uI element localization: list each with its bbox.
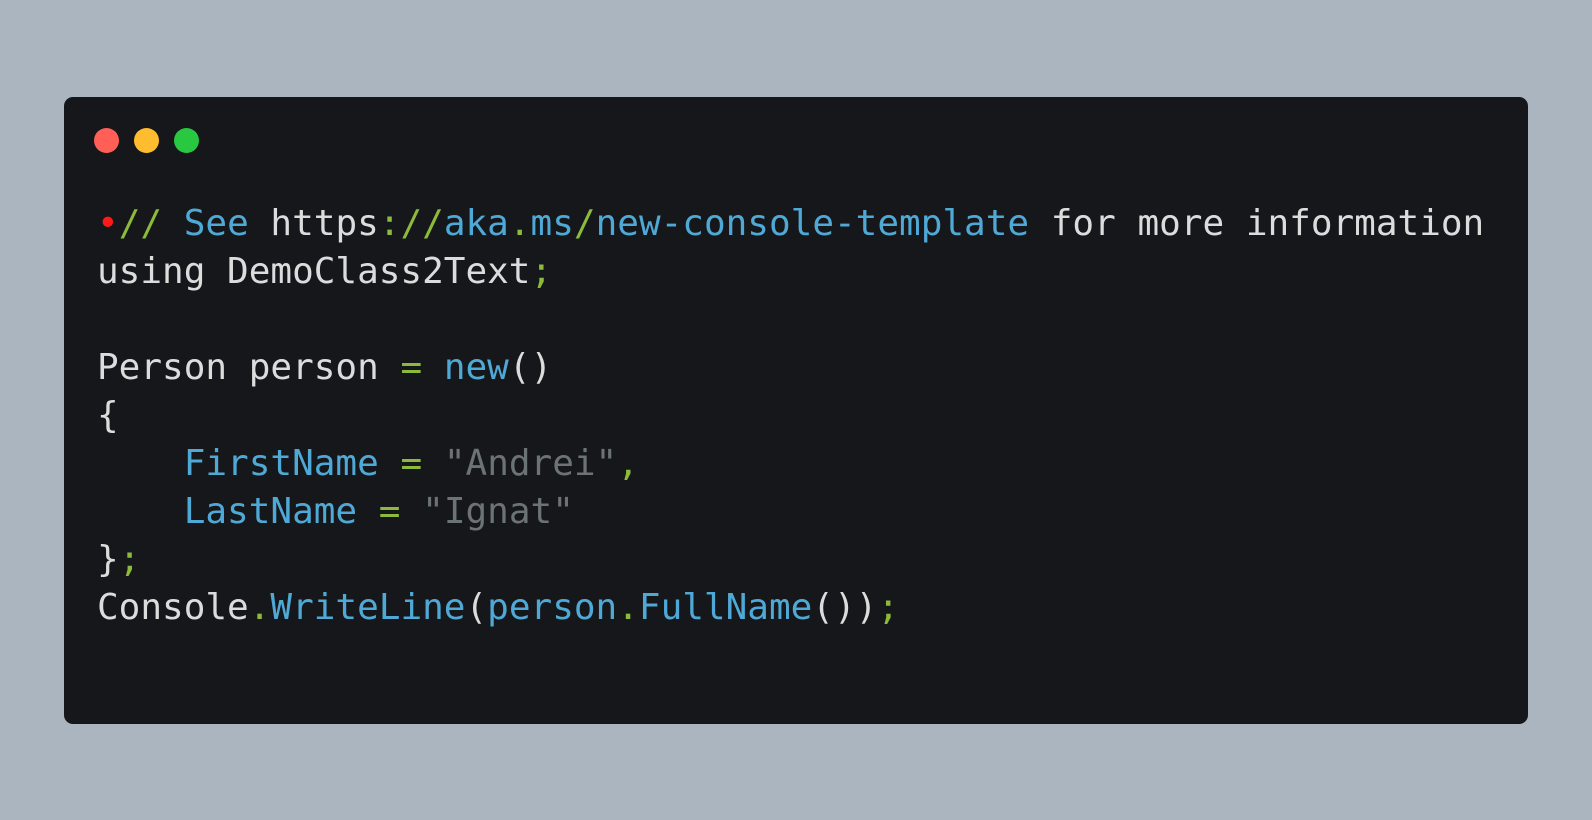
code-punctuation: ; — [530, 251, 553, 292]
code-line: Console.WriteLine(person.FullName()); — [97, 584, 1484, 632]
code-text: { — [97, 395, 119, 436]
code-punctuation: ; — [877, 587, 900, 628]
code-identifier: new — [443, 347, 509, 388]
code-punctuation: . — [617, 587, 639, 628]
code-text: for more information — [1029, 203, 1485, 244]
code-identifier: FullName — [638, 587, 813, 628]
code-punctuation: ; — [118, 539, 141, 580]
code-punctuation: :// — [378, 203, 444, 244]
code-identifier: ms — [530, 203, 574, 244]
code-block: •// See https://aka.ms/new-console-templ… — [97, 200, 1484, 632]
breakpoint-marker: • — [97, 203, 119, 244]
close-button[interactable] — [94, 128, 119, 153]
code-line: FirstName = "Andrei", — [97, 440, 1484, 488]
code-line: }; — [97, 536, 1484, 584]
code-text: () — [508, 347, 553, 388]
code-identifier: LastName — [183, 491, 358, 532]
code-punctuation: . — [248, 587, 271, 628]
code-line: •// See https://aka.ms/new-console-templ… — [97, 200, 1484, 248]
code-identifier: WriteLine — [270, 587, 466, 628]
code-line: LastName = "Ignat" — [97, 488, 1484, 536]
code-text: } — [97, 539, 119, 580]
code-line: using DemoClass2Text; — [97, 248, 1484, 296]
code-identifier: aka — [443, 203, 509, 244]
code-punctuation: = — [400, 443, 423, 484]
code-string: "Ignat" — [422, 491, 574, 532]
code-punctuation: // — [118, 203, 163, 244]
code-identifier: FirstName — [183, 443, 379, 484]
minimize-button[interactable] — [134, 128, 159, 153]
code-text: Person person — [97, 347, 401, 388]
code-text: Console — [97, 587, 249, 628]
code-identifier: See — [162, 203, 249, 244]
code-punctuation: = — [400, 347, 423, 388]
code-text: using DemoClass2Text — [97, 251, 531, 292]
zoom-button[interactable] — [174, 128, 199, 153]
window-controls — [94, 128, 199, 153]
code-punctuation: = — [378, 491, 401, 532]
code-identifier: person — [487, 587, 618, 628]
code-text: ( — [465, 587, 488, 628]
code-punctuation: / — [573, 203, 596, 244]
code-text: ()) — [812, 587, 878, 628]
code-line: Person person = new() — [97, 344, 1484, 392]
code-identifier: new-console-template — [595, 203, 1030, 244]
code-punctuation: . — [508, 203, 531, 244]
code-line: { — [97, 392, 1484, 440]
code-text: https — [248, 203, 379, 244]
code-punctuation: , — [617, 443, 639, 484]
code-string: "Andrei" — [443, 443, 618, 484]
code-window: •// See https://aka.ms/new-console-templ… — [64, 97, 1528, 724]
